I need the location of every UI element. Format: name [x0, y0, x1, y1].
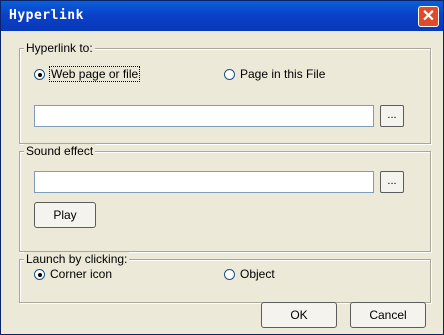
close-button[interactable]: ✕	[418, 6, 439, 27]
sound-browse-button[interactable]: ...	[380, 171, 404, 193]
cancel-button[interactable]: Cancel	[350, 302, 426, 328]
close-icon: ✕	[421, 8, 436, 25]
sound-effect-group: Sound effect ... Play	[19, 144, 431, 252]
radio-unselected-icon	[224, 68, 235, 80]
radio-corner-icon[interactable]: Corner icon	[34, 267, 112, 281]
radio-web-page-or-file[interactable]: Web page or file	[34, 66, 141, 82]
radio-web-page-label: Web page or file	[48, 66, 141, 82]
title-bar[interactable]: Hyperlink ✕	[1, 1, 443, 31]
radio-object[interactable]: Object	[224, 267, 275, 281]
play-button[interactable]: Play	[34, 202, 96, 228]
radio-selected-icon	[34, 68, 45, 80]
launch-by-clicking-label: Launch by clicking:	[24, 252, 130, 266]
sound-file-input[interactable]	[34, 171, 374, 193]
radio-object-label: Object	[240, 267, 275, 281]
launch-by-clicking-group: Launch by clicking: Corner icon Object	[19, 252, 431, 303]
radio-page-in-file-label: Page in this File	[240, 67, 326, 81]
radio-selected-icon	[34, 268, 45, 280]
ok-button[interactable]: OK	[261, 302, 337, 328]
radio-unselected-icon	[224, 268, 235, 280]
hyperlink-browse-button[interactable]: ...	[380, 105, 404, 127]
radio-corner-icon-label: Corner icon	[50, 267, 113, 281]
hyperlink-dialog: Hyperlink ✕ Hyperlink to: Web page or fi…	[0, 0, 444, 335]
hyperlink-to-group: Hyperlink to: Web page or file Page in t…	[19, 41, 431, 144]
radio-page-in-this-file[interactable]: Page in this File	[224, 67, 325, 81]
sound-effect-label: Sound effect	[24, 144, 96, 158]
window-title: Hyperlink	[9, 8, 84, 23]
hyperlink-to-label: Hyperlink to:	[24, 41, 95, 55]
dialog-body: Hyperlink to: Web page or file Page in t…	[5, 31, 439, 330]
hyperlink-url-input[interactable]	[34, 105, 374, 127]
